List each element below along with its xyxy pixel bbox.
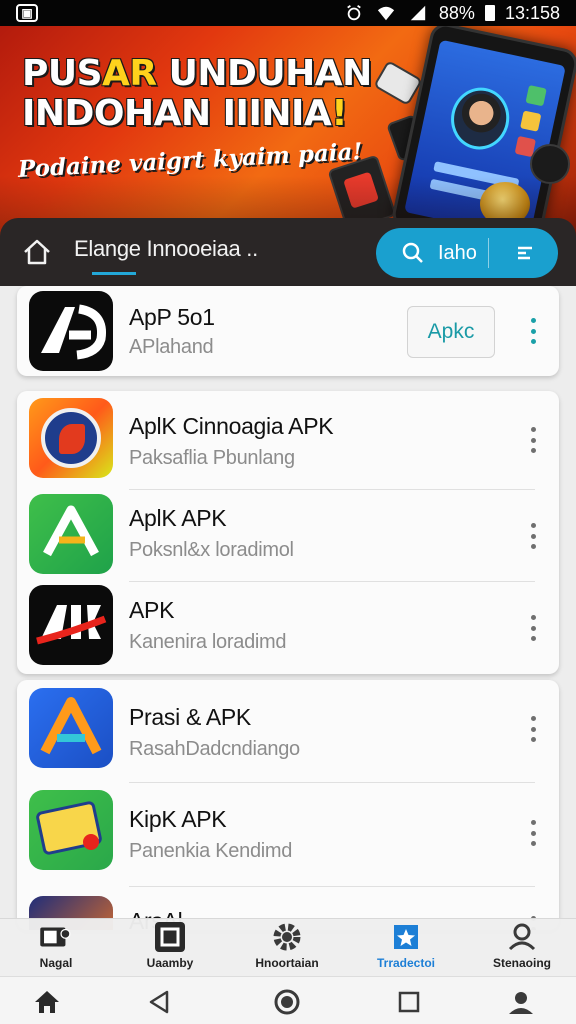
- more-options-icon[interactable]: [529, 427, 537, 453]
- avatar: [445, 82, 515, 155]
- divider: [129, 782, 535, 783]
- list-item[interactable]: APK Kanenira loradimd: [17, 583, 559, 675]
- tab-label: Trradectoi: [376, 956, 436, 970]
- list-item[interactable]: AplK APK Poksnl&x loradimol: [17, 491, 559, 583]
- app-subtitle: Poksnl&x loradimol: [129, 539, 294, 561]
- gear-icon: [270, 921, 304, 953]
- tab-label: Hnoortaian: [255, 956, 319, 970]
- tab-label: Nagal: [39, 956, 73, 970]
- battery-percent: 88%: [438, 2, 475, 23]
- app-name: ApP 5o1: [129, 304, 215, 330]
- nav-home-icon[interactable]: [32, 987, 62, 1017]
- app-subtitle: Panenkia Kendimd: [129, 840, 293, 862]
- tab-stenaoing[interactable]: Stenaoing: [472, 921, 572, 977]
- square-app-icon: [153, 921, 187, 953]
- tab-nagal[interactable]: Nagal: [6, 921, 106, 977]
- nav-profile-icon[interactable]: [506, 987, 536, 1017]
- banner-subtitle: Podaine vaigrt kyaim paia!: [17, 137, 364, 183]
- app-icon: [29, 398, 113, 478]
- app-name: KipK APK: [129, 806, 227, 832]
- app-name: AplK APK: [129, 505, 227, 531]
- more-options-icon[interactable]: [529, 820, 537, 846]
- list-item[interactable]: AplK Cinnoagia APK Paksaflia Pbunlang: [17, 395, 559, 487]
- more-options-icon[interactable]: [529, 523, 537, 549]
- search-bar-row: Elange Innooeiaa .. Iaho: [0, 218, 576, 286]
- app-icon: [29, 790, 113, 870]
- banner-title: PUSAR UNDUHAN INDOHAN IIINIA!: [22, 53, 372, 134]
- app-list-card: Prasi & APK RasahDadcndiango KipK APK Pa…: [17, 680, 559, 930]
- filter-icon[interactable]: [514, 242, 536, 264]
- app-name: Prasi & APK: [129, 704, 251, 730]
- apk-download-button[interactable]: Apkc: [407, 306, 495, 358]
- phone-illustration: [389, 26, 576, 236]
- divider: [129, 886, 535, 887]
- wifi-icon: [377, 6, 395, 21]
- search-button[interactable]: Iaho: [376, 228, 558, 278]
- system-nav-bar: [0, 976, 576, 1024]
- app-subtitle: RasahDadcndiango: [129, 738, 300, 760]
- star-badge-icon: [389, 921, 423, 953]
- app-name: AplK Cinnoagia APK: [129, 413, 334, 439]
- divider: [129, 489, 535, 490]
- status-bar: ▣ 88% 13:158: [0, 0, 576, 26]
- list-item[interactable]: Prasi & APK RasahDadcndiango: [17, 684, 559, 776]
- address-underline: [92, 272, 136, 275]
- divider: [129, 581, 535, 582]
- address-text[interactable]: Elange Innooeiaa ..: [74, 236, 258, 262]
- search-label: Iaho: [438, 241, 477, 264]
- app-subtitle: APlahand: [129, 336, 214, 358]
- app-subtitle: Paksaflia Pbunlang: [129, 447, 295, 469]
- tab-label: Stenaoing: [492, 956, 551, 970]
- alarm-icon: [347, 5, 361, 21]
- app-name: APK: [129, 597, 175, 623]
- pill-divider: [488, 238, 489, 268]
- app-list-card: AplK Cinnoagia APK Paksaflia Pbunlang Ap…: [17, 391, 559, 674]
- app-subtitle: Kanenira loradimd: [129, 631, 287, 653]
- list-item[interactable]: KipK APK Panenkia Kendimd: [17, 786, 559, 878]
- more-options-icon[interactable]: [529, 318, 537, 344]
- gadget-illustration: [373, 60, 423, 106]
- more-options-icon[interactable]: [529, 716, 537, 742]
- signal-icon: [410, 5, 426, 21]
- gallery-icon: [39, 921, 73, 953]
- more-options-icon[interactable]: [529, 615, 537, 641]
- battery-icon: [484, 5, 495, 21]
- tab-hnoortaian[interactable]: Hnoortaian: [237, 921, 337, 977]
- nav-overview-icon[interactable]: [272, 987, 302, 1017]
- tab-trradectoi[interactable]: Trradectoi: [356, 921, 456, 977]
- featured-app-card[interactable]: ApP 5o1 APlahand Apkc: [17, 286, 559, 376]
- app-icon: [29, 688, 113, 768]
- person-icon: [505, 921, 539, 953]
- promo-banner[interactable]: PUSAR UNDUHAN INDOHAN IIINIA! Podaine va…: [0, 26, 576, 236]
- list-item[interactable]: ApP 5o1 APlahand Apkc: [17, 286, 559, 376]
- nav-back-icon[interactable]: [144, 987, 174, 1017]
- search-icon: [402, 242, 423, 263]
- tab-uaamby[interactable]: Uaamby: [120, 921, 220, 977]
- app-notification-icon: ▣: [16, 4, 38, 22]
- app-icon: [29, 291, 113, 371]
- home-icon[interactable]: [22, 238, 52, 266]
- bottom-tab-bar: Nagal Uaamby Hnoortaian Trradectoi Stena…: [0, 918, 576, 976]
- gadget-illustration: [530, 144, 570, 184]
- nav-recents-icon[interactable]: [394, 987, 424, 1017]
- app-icon: [29, 585, 113, 665]
- clock-time: 13:158: [504, 2, 560, 23]
- tab-label: Uaamby: [146, 956, 194, 970]
- app-icon: [29, 494, 113, 574]
